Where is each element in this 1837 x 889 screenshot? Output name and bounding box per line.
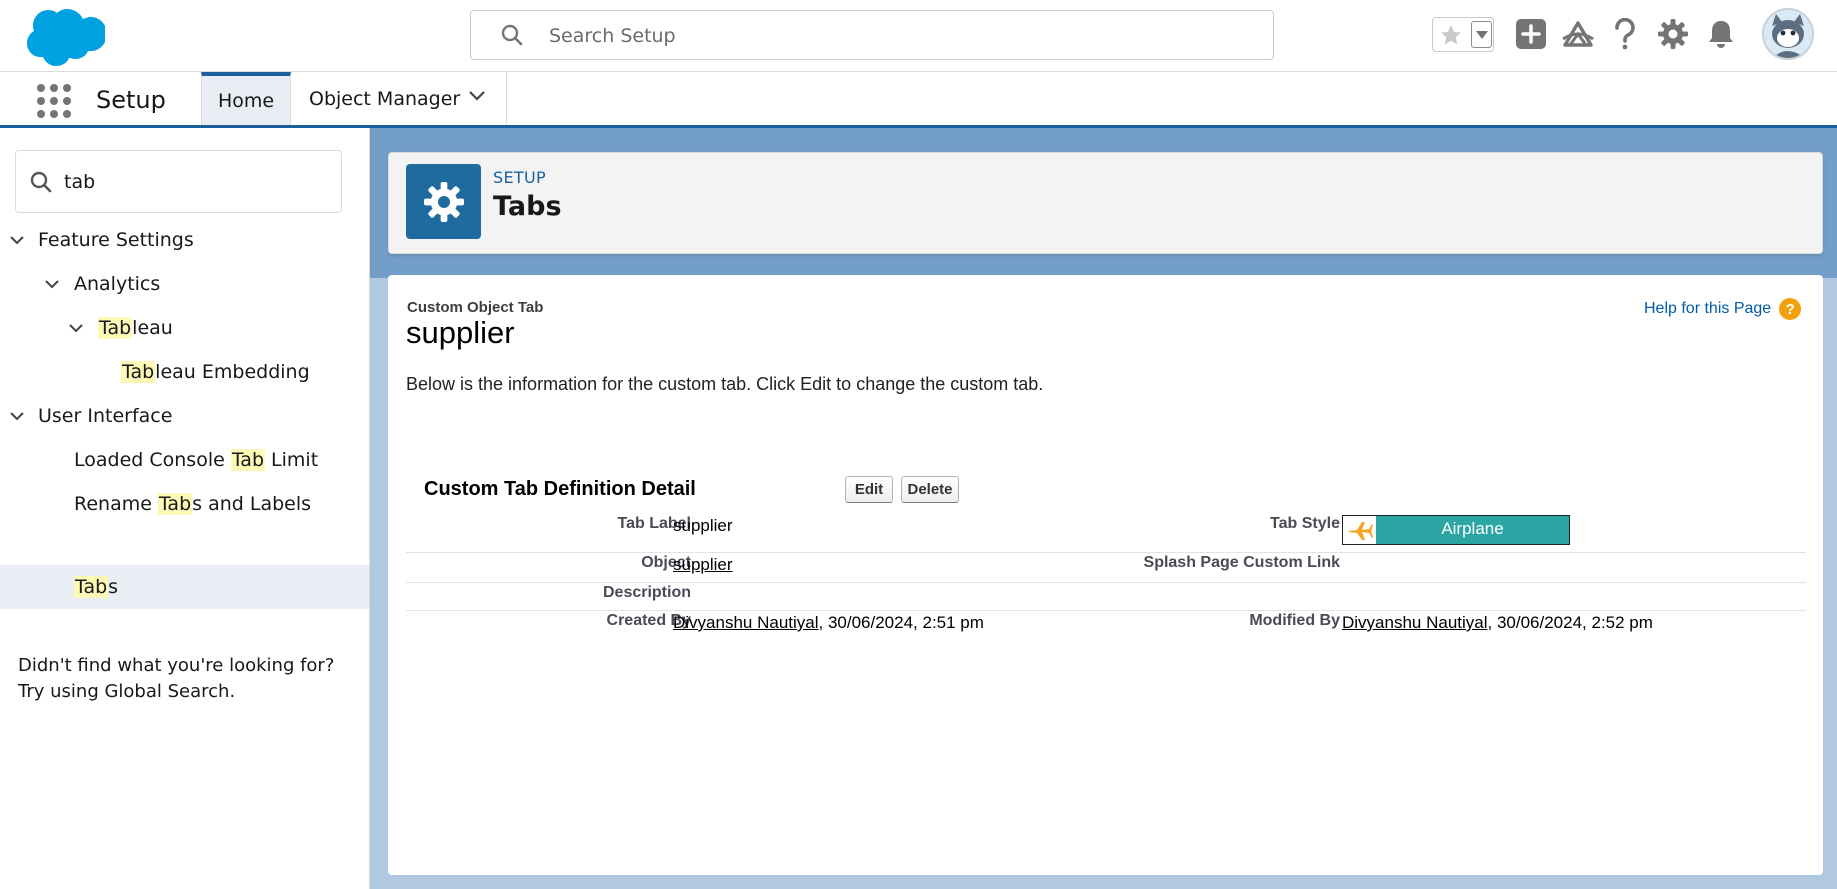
page-title: Tabs <box>493 191 562 222</box>
field-label: Splash Page Custom Link <box>1143 554 1340 571</box>
search-highlight: Tab <box>121 361 156 383</box>
tree-item-label: User Interface <box>38 405 173 427</box>
field-label: Tab Style <box>1270 515 1340 532</box>
field-label: Modified By <box>1249 612 1340 629</box>
tab-object-manager-label: Object Manager <box>309 87 461 110</box>
search-highlight: Tab <box>157 493 193 515</box>
section-title: Custom Tab Definition Detail <box>424 478 696 500</box>
tab-style-swatch: Airplane <box>1342 515 1570 545</box>
setup-sidebar: Feature Settings Analytics Tableau Table… <box>0 128 370 889</box>
detail-row <box>406 553 1806 583</box>
quick-find-box[interactable] <box>15 150 342 213</box>
favorites-group <box>1432 17 1494 52</box>
delete-button[interactable]: Delete <box>901 476 959 503</box>
tab-style-name: Airplane <box>1441 519 1504 538</box>
airplane-icon <box>1343 516 1376 544</box>
tree-item-loaded-console-tab-limit[interactable]: Loaded Console Tab Limit <box>0 438 369 482</box>
quick-find-input[interactable] <box>64 169 324 195</box>
record-type-label: Custom Object Tab <box>407 299 544 316</box>
setup-gear-icon <box>406 164 481 239</box>
help-link-label[interactable]: Help for this Page <box>1644 300 1771 318</box>
created-by-user-link[interactable]: Divyanshu Nautiyal <box>673 613 819 632</box>
favorites-dropdown-icon[interactable] <box>1471 21 1492 48</box>
app-name: Setup <box>96 86 166 114</box>
tree-item-tableau-embedding[interactable]: Tableau Embedding <box>0 350 369 394</box>
field-label: Description <box>602 584 691 601</box>
context-bar: Setup Home Object Manager <box>0 72 1837 128</box>
tree-item-analytics[interactable]: Analytics <box>0 262 369 306</box>
field-value: supplier <box>673 516 733 535</box>
tree-item-rename-tabs-and-labels[interactable]: Rename Tabs and Labels <box>0 482 369 526</box>
tree-item-label: Analytics <box>74 273 161 295</box>
tree-item-label: Tabs <box>74 576 119 598</box>
content-card: Custom Object Tab supplier Help for this… <box>388 275 1823 875</box>
tree-item-label: Loaded Console Tab Limit <box>74 449 319 471</box>
search-highlight: Tab <box>230 449 266 471</box>
page-header: SETUP Tabs <box>388 152 1823 254</box>
record-title: supplier <box>406 315 515 350</box>
setup-search-input[interactable] <box>549 23 1249 49</box>
tree-item-tableau[interactable]: Tableau <box>0 306 369 350</box>
setup-search-box[interactable] <box>470 10 1274 60</box>
chevron-down-icon[interactable] <box>67 319 85 337</box>
not-found-message: Didn't find what you're looking for? Try… <box>18 655 335 702</box>
tab-object-manager[interactable]: Object Manager <box>291 72 507 125</box>
help-for-page-link[interactable]: Help for this Page ? <box>1644 298 1802 320</box>
favorites-star-icon[interactable] <box>1433 18 1468 51</box>
detail-row <box>406 509 1806 553</box>
page-description: Below is the information for the custom … <box>406 374 1044 394</box>
tree-item-feature-settings[interactable]: Feature Settings <box>0 218 369 262</box>
chevron-down-icon[interactable] <box>43 275 61 293</box>
chevron-down-icon[interactable] <box>468 90 486 102</box>
chevron-down-icon[interactable] <box>8 231 26 249</box>
search-highlight: Tab <box>74 576 109 598</box>
app-launcher-icon[interactable] <box>37 84 71 118</box>
chevron-down-icon[interactable] <box>8 407 26 425</box>
tree-item-label: Feature Settings <box>38 229 194 251</box>
search-icon <box>30 171 52 193</box>
salesforce-logo-icon[interactable] <box>18 6 107 66</box>
tree-item-user-interface[interactable]: User Interface <box>0 394 369 438</box>
tree-item-label: Tableau Embedding <box>121 361 310 383</box>
notifications-bell-icon[interactable] <box>1702 14 1740 54</box>
tree-item-label: Tableau <box>98 317 173 339</box>
global-header <box>0 0 1837 72</box>
tree-item-label: Rename Tabs and Labels <box>74 493 312 515</box>
edit-button[interactable]: Edit <box>845 476 893 503</box>
modified-by-user-link[interactable]: Divyanshu Nautiyal <box>1342 613 1488 632</box>
user-avatar[interactable] <box>1762 8 1814 60</box>
setup-gear-icon[interactable] <box>1654 14 1692 54</box>
global-actions-icon[interactable] <box>1512 14 1550 54</box>
object-link[interactable]: supplier <box>673 555 733 574</box>
page-eyebrow: SETUP <box>493 168 546 187</box>
field-value: Divyanshu Nautiyal, 30/06/2024, 2:51 pm <box>673 613 984 632</box>
help-question-icon[interactable]: ? <box>1779 298 1802 320</box>
help-icon[interactable] <box>1606 14 1644 54</box>
field-value: Divyanshu Nautiyal, 30/06/2024, 2:52 pm <box>1342 613 1653 632</box>
trailhead-icon[interactable] <box>1559 14 1597 54</box>
tab-home[interactable]: Home <box>201 72 291 125</box>
tree-item-tabs[interactable]: Tabs <box>0 565 369 609</box>
search-icon <box>501 24 523 46</box>
search-highlight: Tab <box>98 317 133 339</box>
